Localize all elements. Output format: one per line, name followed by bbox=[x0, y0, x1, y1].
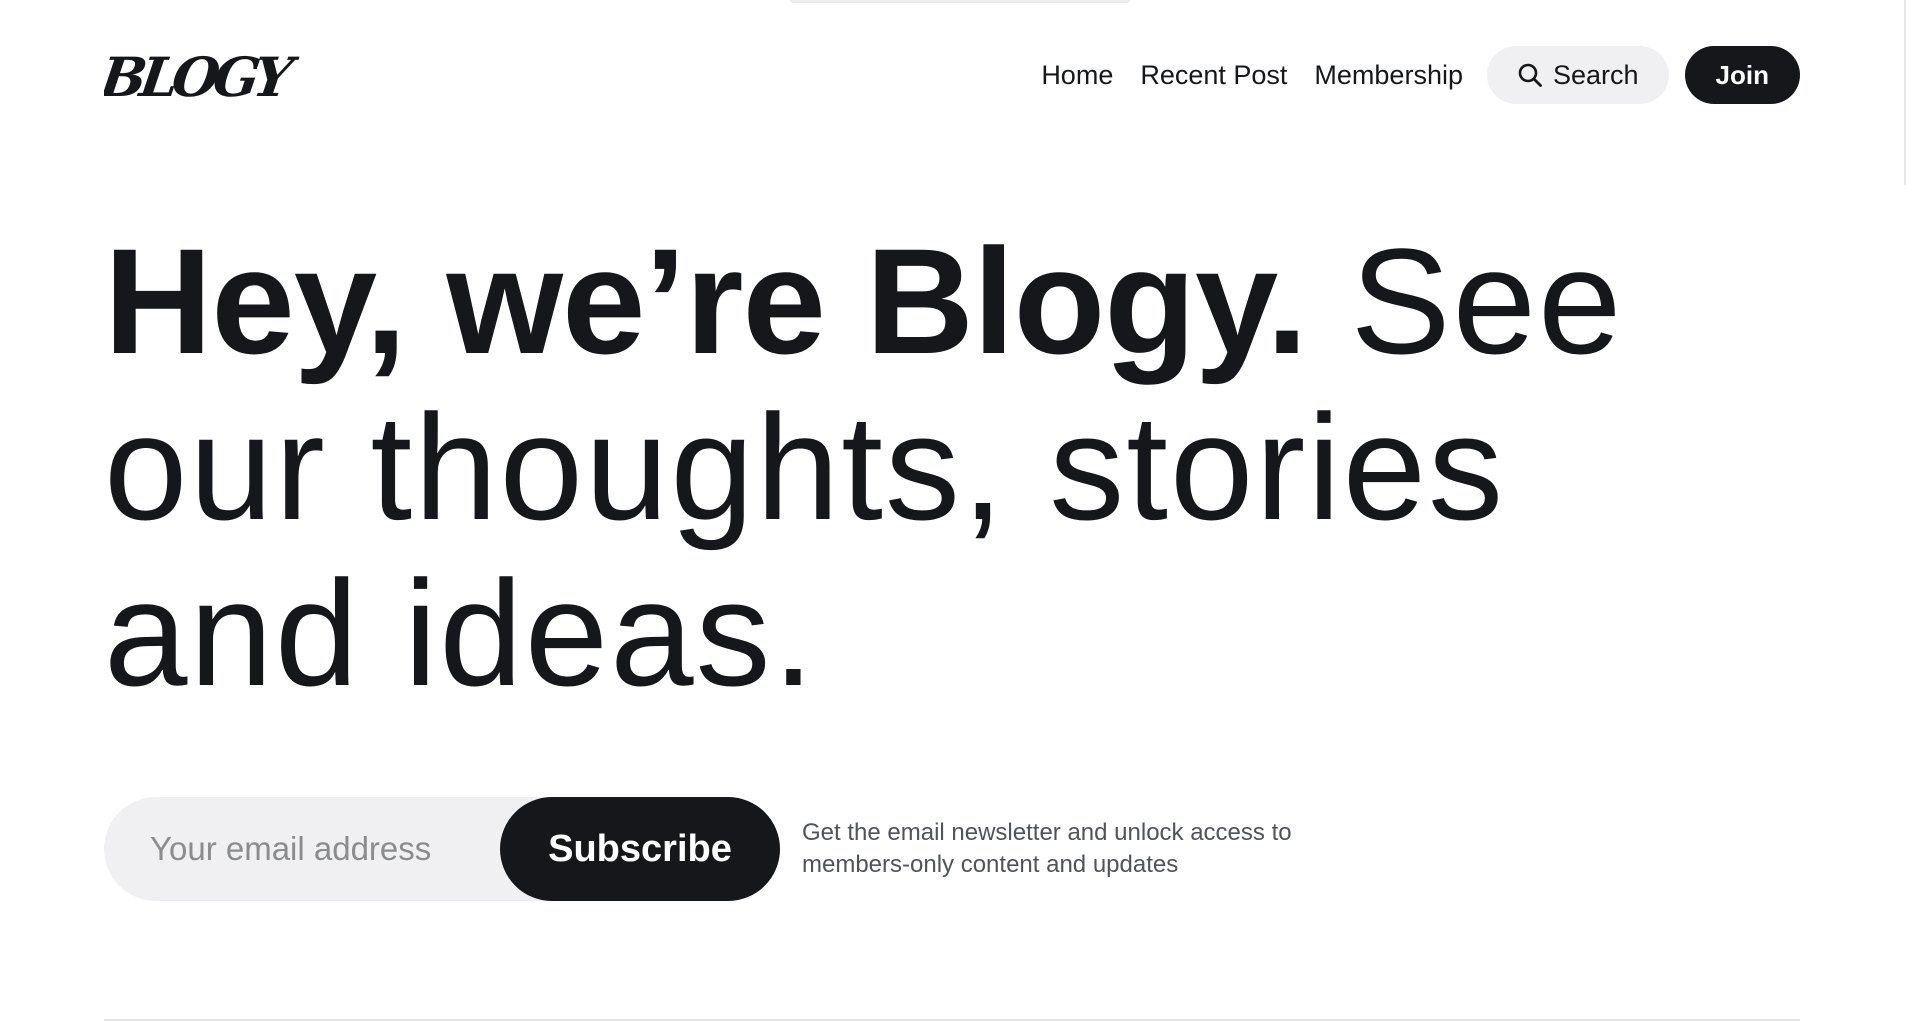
subscribe-note: Get the email newsletter and unlock acce… bbox=[802, 817, 1402, 881]
main-nav: Home Recent Post Membership Search Join bbox=[1041, 46, 1800, 104]
join-button[interactable]: Join bbox=[1684, 46, 1800, 104]
section-divider bbox=[104, 1019, 1800, 1021]
top-scroll-shadow bbox=[790, 0, 1130, 3]
subscribe-button[interactable]: Subscribe bbox=[500, 797, 780, 901]
nav-link-membership[interactable]: Membership bbox=[1314, 60, 1463, 91]
hero-heading-bold: Hey, we’re Blogy. bbox=[104, 217, 1308, 385]
search-button-label: Search bbox=[1552, 59, 1639, 90]
email-input[interactable] bbox=[104, 797, 504, 901]
nav-link-recent-post[interactable]: Recent Post bbox=[1140, 60, 1287, 91]
search-button[interactable]: Search bbox=[1486, 46, 1669, 104]
hero-heading: Hey, we’re Blogy. See our thoughts, stor… bbox=[104, 218, 1804, 716]
site-header: BLOGY Home Recent Post Membership Search… bbox=[104, 36, 1800, 116]
svg-text:BLOGY: BLOGY bbox=[104, 45, 302, 109]
search-icon bbox=[1518, 63, 1542, 87]
subscribe-note-line-1: Get the email newsletter and unlock acce… bbox=[802, 819, 1292, 846]
subscribe-form: Subscribe bbox=[104, 797, 780, 901]
nav-link-home[interactable]: Home bbox=[1041, 60, 1113, 91]
site-logo[interactable]: BLOGY bbox=[104, 42, 302, 112]
subscribe-note-line-2: members-only content and updates bbox=[802, 851, 1179, 878]
